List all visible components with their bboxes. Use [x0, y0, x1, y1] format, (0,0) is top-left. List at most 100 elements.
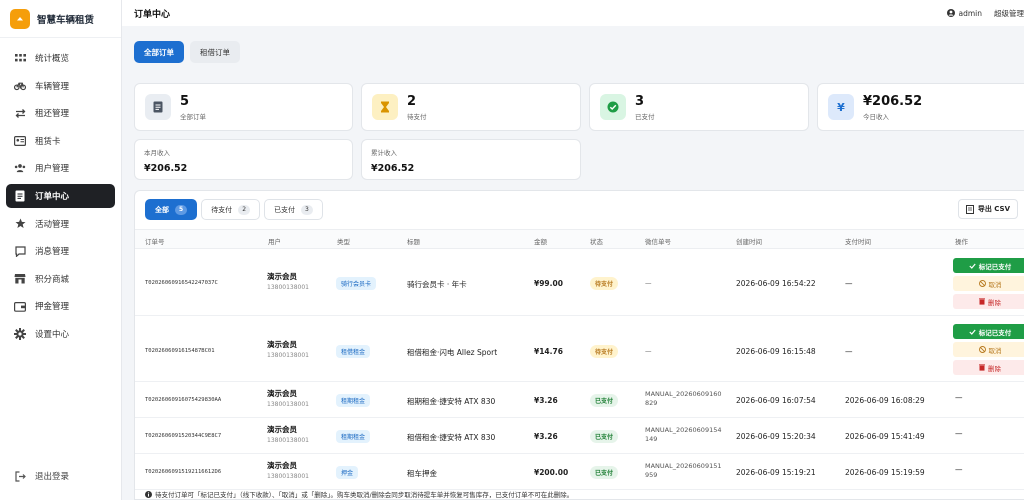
action-label: 删除	[988, 364, 1001, 373]
orders-panel: 全部 5 待支付 2 已支付 3 导出 CSV 订单号 用户 类型 标题 金额 …	[134, 190, 1024, 500]
status-badge: 已支付	[590, 394, 619, 407]
type-badge: 押金	[336, 466, 359, 479]
user-name: 演示会员	[267, 461, 297, 470]
sidebar-item-messages[interactable]: 消息管理	[6, 239, 115, 263]
sidebar-item-overview[interactable]: 统计概览	[6, 46, 115, 70]
summary-card-month: 本月收入 ¥206.52	[134, 139, 353, 180]
filter-all[interactable]: 全部 5	[145, 199, 198, 220]
tab-rental-orders[interactable]: 租借订单	[190, 41, 240, 63]
order-title: 租借租金·闪电 Allez Sport	[407, 348, 498, 357]
filter-label: 已支付	[274, 205, 296, 214]
order-number: T02026060915192116612D6	[145, 469, 222, 475]
sidebar-item-label: 用户管理	[35, 164, 70, 175]
wechat-order-line: 149	[645, 434, 658, 443]
logout-button[interactable]: 退出登录	[6, 468, 69, 484]
document-icon	[145, 94, 171, 120]
mark-paid-button[interactable]: 标记已支付	[953, 324, 1024, 339]
table-row[interactable]: T0202606091615487BC01 演示会员 13800138001 租借…	[135, 316, 1024, 382]
sidebar-item-label: 统计概览	[35, 54, 70, 64]
user-cell: 演示会员 13800138001	[267, 388, 309, 408]
document-icon	[14, 190, 26, 202]
action-label: 取消	[988, 280, 1002, 289]
footnote-text: 待支付订单可「标记已支付」（线下收款）、「取消」或「删除」。购车类取消/删除会同…	[155, 491, 574, 499]
brand[interactable]: 智慧车辆租赁	[0, 0, 121, 38]
no-action: —	[955, 465, 963, 474]
summary-card-total: 累计收入 ¥206.52	[361, 139, 581, 180]
ban-icon	[978, 346, 986, 353]
column-header: 支付时间	[845, 238, 871, 246]
column-header: 用户	[268, 238, 281, 246]
user-phone: 13800138001	[267, 401, 309, 408]
sidebar-item-label: 活动管理	[35, 219, 70, 230]
sidebar-item-users[interactable]: 用户管理	[6, 156, 115, 180]
sidebar-item-rentals[interactable]: 租还管理	[6, 101, 115, 125]
table-row[interactable]: T02026060916075429830AA 演示会员 13800138001 …	[135, 382, 1024, 418]
sidebar-item-cards[interactable]: 租赁卡	[6, 129, 115, 153]
filter-label: 待支付	[211, 205, 233, 214]
message-icon	[14, 245, 26, 257]
cancel-button[interactable]: 取消	[953, 342, 1024, 357]
table-row[interactable]: T0202606091520344C9E8C7 演示会员 13800138001 …	[135, 418, 1024, 454]
column-header: 订单号	[145, 238, 165, 246]
brand-name: 智慧车辆租赁	[37, 14, 95, 26]
order-tabs: 全部订单 租借订单	[134, 41, 246, 63]
user-phone: 13800138001	[267, 352, 309, 359]
user-phone: 13800138001	[267, 437, 309, 444]
sidebar-item-label: 车辆管理	[35, 81, 70, 92]
export-csv-button[interactable]: 导出 CSV	[957, 199, 1018, 219]
filter-paid[interactable]: 已支付 3	[264, 199, 323, 220]
sidebar-item-vehicles[interactable]: 车辆管理	[6, 74, 115, 98]
stat-card-total: 5 全部订单	[134, 83, 353, 131]
status-badge: 已支付	[590, 466, 619, 479]
created-time: 2026-06-09 16:07:54	[736, 396, 816, 405]
sidebar-item-label: 消息管理	[35, 247, 70, 258]
sidebar-item-settings[interactable]: 设置中心	[6, 322, 115, 346]
order-amount: ¥3.26	[534, 432, 558, 441]
action-label: 标记已支付	[978, 328, 1012, 337]
mark-paid-button[interactable]: 标记已支付	[953, 258, 1024, 273]
sidebar-item-deposits[interactable]: 押金管理	[6, 294, 115, 318]
grid-icon	[14, 52, 26, 64]
cancel-button[interactable]: 取消	[953, 276, 1024, 291]
column-header: 微信单号	[645, 238, 671, 246]
delete-button[interactable]: 删除	[953, 360, 1024, 375]
table-header: 订单号 用户 类型 标题 金额 状态 微信单号 创建时间 支付时间 操作	[135, 229, 1024, 249]
created-time: 2026-06-09 15:19:21	[736, 468, 816, 477]
user-cell: 演示会员 13800138001	[267, 339, 309, 359]
stat-value: 5	[180, 93, 190, 109]
type-badge: 租期租金	[336, 430, 371, 443]
sidebar-item-activities[interactable]: 活动管理	[6, 212, 115, 236]
filter-pending[interactable]: 待支付 2	[201, 199, 261, 220]
column-header: 标题	[407, 238, 420, 246]
created-time: 2026-06-09 16:54:22	[736, 279, 816, 288]
users-icon	[14, 162, 26, 174]
gear-icon	[14, 327, 26, 340]
order-amount: ¥3.26	[534, 396, 558, 405]
check-icon	[969, 263, 976, 269]
store-icon	[14, 273, 26, 285]
user-cell: 演示会员 13800138001	[267, 460, 309, 480]
ban-icon	[978, 280, 986, 287]
column-header: 操作	[955, 238, 968, 246]
column-header: 状态	[590, 238, 603, 246]
filter-count: 2	[238, 204, 251, 215]
tab-all-orders[interactable]: 全部订单	[134, 41, 184, 63]
paid-time: 2026-06-09 15:41:49	[845, 432, 925, 441]
no-action: —	[955, 393, 963, 402]
table-row[interactable]: T02026060915192116612D6 演示会员 13800138001 …	[135, 454, 1024, 490]
user-menu[interactable]: admin	[946, 9, 982, 18]
sidebar-item-orders[interactable]: 订单中心	[6, 183, 115, 208]
delete-button[interactable]: 删除	[953, 294, 1024, 309]
user-cell: 演示会员 13800138001	[267, 271, 309, 291]
hourglass-icon	[372, 94, 398, 120]
wechat-order-no: —	[645, 347, 652, 355]
order-number: T0202606091520344C9E8C7	[145, 433, 222, 439]
stat-card-income: ¥ ¥206.52 今日收入	[817, 83, 1024, 131]
table-row[interactable]: T02026060916542247037C 演示会员 13800138001 骑…	[135, 249, 1024, 316]
order-number: T0202606091615487BC01	[145, 348, 215, 354]
sidebar-item-store[interactable]: 积分商城	[6, 267, 115, 291]
action-label: 取消	[988, 346, 1002, 355]
wechat-order-line: 829	[645, 398, 658, 407]
sidebar-item-label: 订单中心	[35, 191, 70, 202]
status-badge: 已支付	[590, 430, 619, 443]
